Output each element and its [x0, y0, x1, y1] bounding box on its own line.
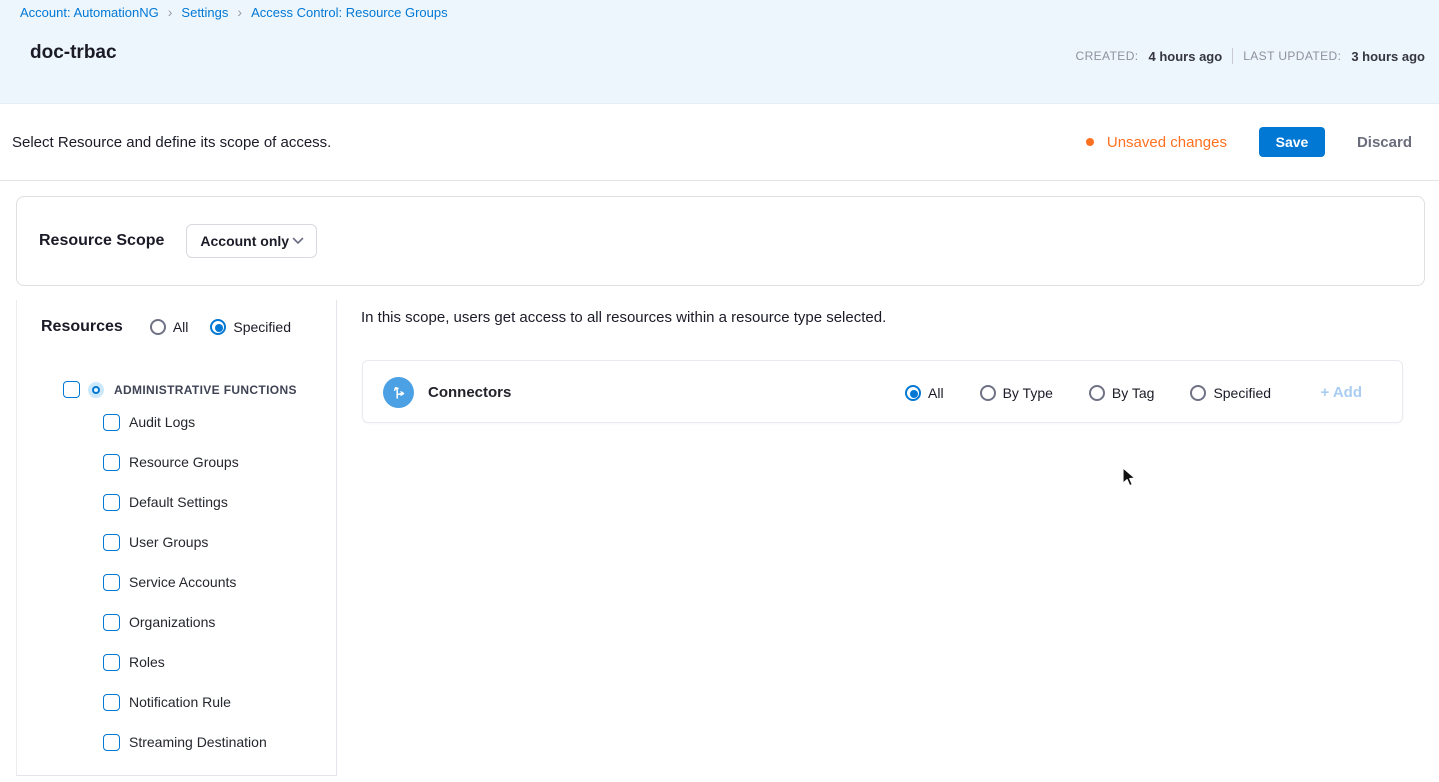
- radio-icon[interactable]: [1190, 384, 1207, 401]
- connectors-radio-specified-label: Specified: [1213, 384, 1272, 401]
- list-item-audit-logs[interactable]: Audit Logs: [103, 402, 267, 442]
- connectors-row: Connectors All By Type By Tag Specified …: [362, 360, 1403, 423]
- radio-selected-icon[interactable]: [210, 319, 227, 335]
- resource-scope-dropdown-value: Account only: [200, 233, 290, 249]
- checkbox[interactable]: [103, 653, 120, 671]
- page-header: Account: AutomationNG › Settings › Acces…: [0, 0, 1439, 103]
- resource-scope-card: Resource Scope Account only: [16, 196, 1425, 286]
- unsaved-changes-indicator: Unsaved changes: [1085, 133, 1227, 151]
- toolbar: Select Resource and define its scope of …: [0, 103, 1439, 181]
- list-item-label: Notification Rule: [129, 694, 231, 710]
- connectors-radio-by-type-label: By Type: [1002, 384, 1053, 401]
- list-item-label: User Groups: [129, 534, 209, 550]
- list-item-roles[interactable]: Roles: [103, 642, 267, 682]
- connectors-radio-all-label: All: [928, 384, 944, 401]
- connectors-radio-specified[interactable]: Specified: [1190, 384, 1272, 401]
- resource-scope-title: Resource Scope: [39, 232, 165, 249]
- created-updated-meta: CREATED: 4 hours ago LAST UPDATED: 3 hou…: [1076, 48, 1425, 64]
- connectors-radio-by-type[interactable]: By Type: [979, 384, 1053, 401]
- list-item-notification-rule[interactable]: Notification Rule: [103, 682, 267, 722]
- list-item-default-settings[interactable]: Default Settings: [103, 482, 267, 522]
- list-item-resource-groups[interactable]: Resource Groups: [103, 442, 267, 482]
- breadcrumb-separator-icon: ›: [167, 4, 173, 20]
- created-label: CREATED:: [1075, 49, 1139, 63]
- group-label: ADMINISTRATIVE FUNCTIONS: [114, 382, 297, 397]
- breadcrumb: Account: AutomationNG › Settings › Acces…: [20, 4, 448, 20]
- toolbar-description: Select Resource and define its scope of …: [12, 133, 332, 151]
- add-connectors-button[interactable]: + Add: [1320, 361, 1362, 424]
- connectors-title: Connectors: [428, 384, 512, 401]
- resources-radio-specified[interactable]: Specified: [210, 319, 291, 335]
- connectors-radio-all[interactable]: All: [905, 384, 944, 401]
- list-item-label: Streaming Destination: [129, 734, 267, 750]
- list-item-label: Audit Logs: [129, 414, 196, 430]
- radio-selected-icon[interactable]: [905, 384, 921, 401]
- checkbox[interactable]: [103, 613, 120, 631]
- connectors-radio-by-tag-label: By Tag: [1111, 384, 1155, 401]
- resource-scope-dropdown[interactable]: Account only: [186, 224, 318, 258]
- list-item-label: Service Accounts: [129, 574, 237, 590]
- group-checkbox[interactable]: [63, 381, 80, 398]
- resources-radio-specified-label: Specified: [233, 319, 291, 335]
- radio-icon[interactable]: [1088, 384, 1105, 401]
- list-item-label: Resource Groups: [129, 454, 239, 470]
- checkbox[interactable]: [103, 693, 120, 711]
- resources-radio-all[interactable]: All: [149, 319, 189, 335]
- chevron-down-icon: [293, 237, 304, 244]
- last-updated-value: 3 hours ago: [1351, 48, 1425, 64]
- group-administrative-functions: ADMINISTRATIVE FUNCTIONS: [63, 381, 297, 398]
- save-button[interactable]: Save: [1258, 127, 1325, 157]
- checkbox[interactable]: [103, 493, 120, 511]
- checkbox[interactable]: [103, 453, 120, 471]
- radio-icon[interactable]: [979, 384, 996, 401]
- connectors-icon: [383, 377, 414, 408]
- list-item-user-groups[interactable]: User Groups: [103, 522, 267, 562]
- radio-icon[interactable]: [149, 319, 166, 335]
- toolbar-actions: Unsaved changes Save Discard: [1085, 127, 1412, 157]
- resources-radio-all-label: All: [172, 319, 189, 335]
- scope-description: In this scope, users get access to all r…: [361, 309, 887, 326]
- resources-title: Resources: [41, 318, 123, 335]
- unsaved-changes-label: Unsaved changes: [1106, 133, 1227, 151]
- breadcrumb-separator-icon: ›: [237, 4, 243, 20]
- checkbox[interactable]: [103, 573, 120, 591]
- last-updated-label: LAST UPDATED:: [1243, 49, 1342, 63]
- group-state-icon: [88, 381, 104, 398]
- list-item-label: Roles: [129, 654, 165, 670]
- list-item-organizations[interactable]: Organizations: [103, 602, 267, 642]
- resources-sidebar: Resources All Specified ADMINISTRATIVE F…: [16, 300, 337, 776]
- created-value: 4 hours ago: [1148, 48, 1223, 64]
- resources-header: Resources All Specified: [41, 318, 291, 336]
- breadcrumb-access-control[interactable]: Access Control: Resource Groups: [251, 5, 448, 20]
- connectors-radio-by-tag[interactable]: By Tag: [1088, 384, 1155, 401]
- unsaved-dot-icon: [1085, 138, 1094, 146]
- resource-type-list: Audit Logs Resource Groups Default Setti…: [103, 402, 267, 762]
- checkbox[interactable]: [103, 733, 120, 751]
- resources-mode-radio-group: All Specified: [149, 319, 291, 335]
- discard-button[interactable]: Discard: [1357, 134, 1412, 151]
- breadcrumb-account[interactable]: Account: AutomationNG: [20, 5, 159, 20]
- list-item-label: Organizations: [129, 614, 216, 630]
- list-item-label: Default Settings: [129, 494, 228, 510]
- breadcrumb-settings[interactable]: Settings: [181, 5, 228, 20]
- connectors-access-radio-group: All By Type By Tag Specified: [905, 361, 1271, 424]
- checkbox[interactable]: [103, 413, 120, 431]
- mouse-cursor: [1122, 467, 1136, 487]
- meta-divider: [1232, 48, 1234, 64]
- page-title: doc-trbac: [30, 42, 117, 63]
- list-item-service-accounts[interactable]: Service Accounts: [103, 562, 267, 602]
- checkbox[interactable]: [103, 533, 120, 551]
- list-item-streaming-destination[interactable]: Streaming Destination: [103, 722, 267, 762]
